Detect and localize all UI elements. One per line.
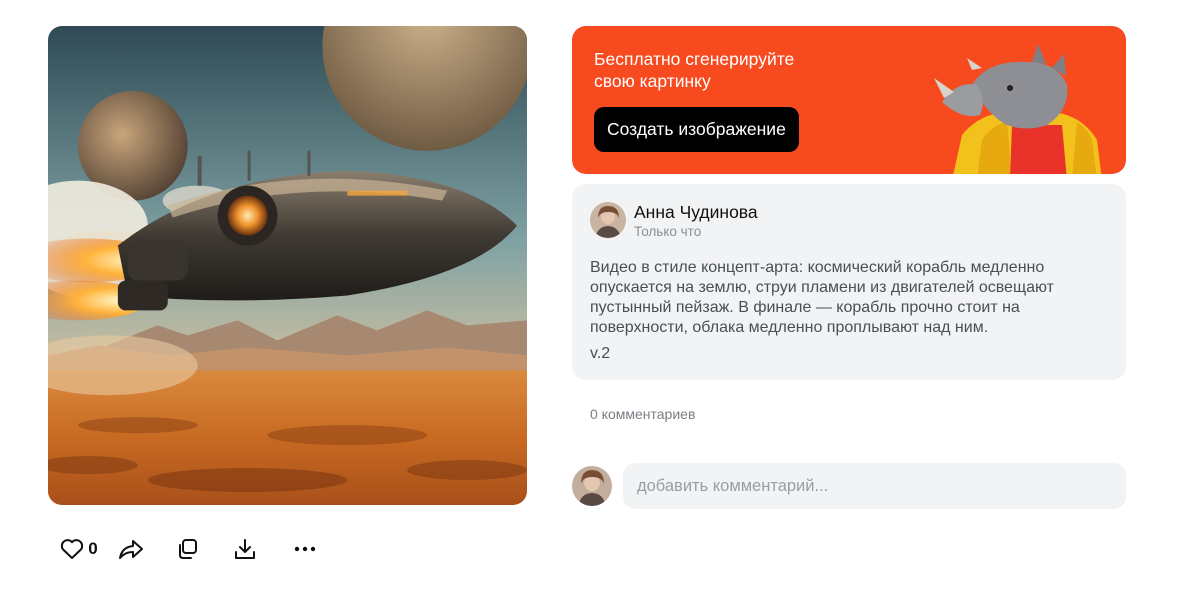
promo-title: Бесплатно сгенерируйте свою картинку — [594, 49, 795, 91]
post-timestamp: Только что — [634, 224, 702, 239]
comments-count: 0 комментариев — [590, 406, 696, 422]
author-avatar[interactable] — [590, 202, 626, 238]
share-arrow-icon — [119, 540, 143, 559]
more-dots-icon — [294, 546, 316, 552]
post-version: v.2 — [590, 345, 611, 362]
comment-input[interactable] — [623, 463, 1126, 509]
heart-icon — [61, 539, 84, 559]
copy-icon — [179, 539, 197, 559]
create-image-button[interactable]: Создать изображение — [594, 107, 799, 152]
post-card: Анна Чудинова Только что Видео в стиле к… — [572, 184, 1126, 380]
rhino-mascot-illustration — [934, 44, 1102, 174]
current-user-avatar — [572, 466, 612, 506]
generated-image[interactable] — [48, 26, 527, 505]
share-button[interactable] — [116, 538, 146, 560]
post-prompt-text: Видео в стиле концепт-арта: космический … — [590, 259, 1054, 336]
like-count: 0 — [88, 539, 98, 558]
download-button[interactable] — [230, 537, 260, 561]
author-name[interactable]: Анна Чудинова — [634, 202, 758, 223]
download-icon — [235, 539, 255, 559]
copy-button[interactable] — [172, 537, 202, 561]
promo-banner: Бесплатно сгенерируйте свою картинку Соз… — [572, 26, 1126, 174]
action-bar: 0 — [56, 534, 320, 564]
like-button[interactable]: 0 — [56, 538, 102, 560]
more-button[interactable] — [290, 546, 320, 552]
spaceship-desert-artwork — [48, 26, 527, 505]
